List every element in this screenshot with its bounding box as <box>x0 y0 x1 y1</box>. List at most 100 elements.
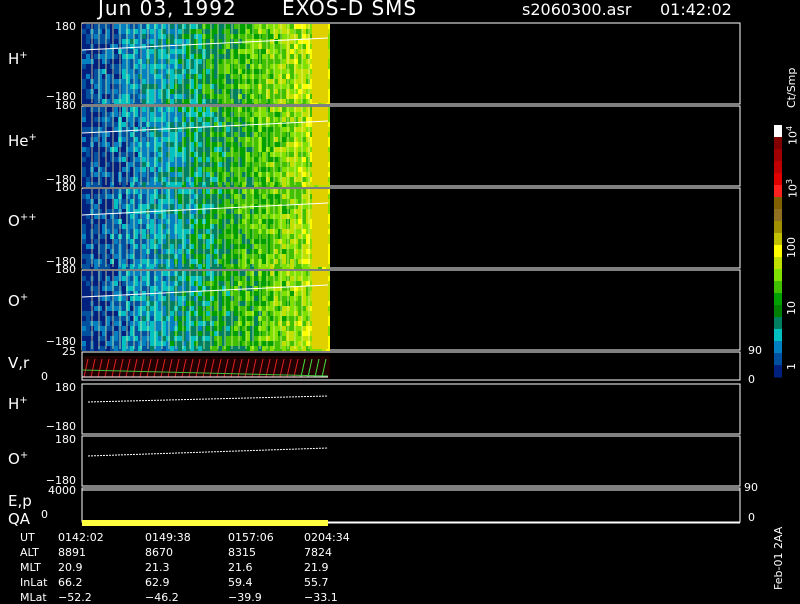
spectrogram-cell <box>270 346 274 351</box>
spectrogram-cell <box>198 234 202 239</box>
spectrogram-cell <box>102 336 106 341</box>
spectrogram-cell <box>218 341 222 346</box>
spectrogram-cell <box>122 157 126 162</box>
spectrogram-cell <box>302 306 306 311</box>
spectrogram-cell <box>218 177 222 182</box>
spectrogram-cell <box>82 326 86 331</box>
spectrogram-cell <box>226 209 230 214</box>
spectrogram-cell <box>246 271 250 276</box>
spectrogram-cell <box>246 306 250 311</box>
spectrogram-cell <box>178 271 182 276</box>
spectrogram-cell <box>170 271 174 276</box>
spectrogram-cell <box>282 172 286 177</box>
spectrogram-cell <box>242 321 246 326</box>
spectrogram-cell <box>254 132 258 137</box>
spectrogram-cell <box>282 127 286 132</box>
spectrogram-cell <box>298 147 302 152</box>
spectrogram-cell <box>150 49 154 54</box>
spectrogram-cell <box>214 254 218 259</box>
spectrogram-cell <box>178 219 182 224</box>
spectrogram-cell <box>158 34 162 39</box>
spectrogram-cell <box>270 122 274 127</box>
spectrogram-cell <box>186 132 190 137</box>
spectrogram-cell <box>270 182 274 187</box>
spectrogram-cell <box>190 204 194 209</box>
spectrogram-cell <box>114 112 118 117</box>
spectrogram-cell <box>290 214 294 219</box>
spectrogram-cell <box>178 84 182 89</box>
spectrogram-cell <box>198 214 202 219</box>
spectrogram-cell <box>218 147 222 152</box>
spectrogram-cell <box>82 152 86 157</box>
spectrogram-cell <box>94 209 98 214</box>
spectrogram-cell <box>254 64 258 69</box>
spectrogram-cell <box>150 219 154 224</box>
spectrogram-cell <box>190 157 194 162</box>
spectrogram-cell <box>206 137 210 142</box>
spectrogram-cell <box>218 281 222 286</box>
spectrogram-cell <box>302 291 306 296</box>
spectrogram-cell <box>162 264 166 269</box>
spectrogram-cell <box>114 74 118 79</box>
spectrogram-cell <box>150 152 154 157</box>
spectrogram-cell <box>198 229 202 234</box>
spectrogram-cell <box>274 321 278 326</box>
spectrogram-cell <box>234 34 238 39</box>
spectrogram-cell <box>102 234 106 239</box>
spectrogram-cell <box>274 64 278 69</box>
spectrogram-cell <box>162 336 166 341</box>
spectrogram-cell <box>106 219 110 224</box>
spectrogram-cell <box>298 276 302 281</box>
spectrogram-cell <box>198 142 202 147</box>
spectrogram-cell <box>226 99 230 104</box>
spectrogram-cell <box>226 49 230 54</box>
spectrogram-cell <box>274 39 278 44</box>
spectrogram-cell <box>162 296 166 301</box>
spectrogram-cell <box>162 69 166 74</box>
spectrogram-cell <box>262 177 266 182</box>
spectrogram-cell <box>94 189 98 194</box>
spectrogram-cell <box>254 54 258 59</box>
spectrogram-cell <box>86 301 90 306</box>
spectrogram-cell <box>302 44 306 49</box>
spectrogram-cell <box>186 107 190 112</box>
spectrogram-cell <box>150 122 154 127</box>
spectrogram-cell <box>282 321 286 326</box>
spectrogram-cell <box>226 229 230 234</box>
spectrogram-cell <box>150 264 154 269</box>
spectrogram-cell <box>158 29 162 34</box>
tick-label: 0 <box>41 508 48 521</box>
spectrogram-cell <box>170 172 174 177</box>
spectrogram-cell <box>234 112 238 117</box>
spectrogram-cell <box>290 326 294 331</box>
spectrogram-cell <box>290 59 294 64</box>
spectrogram-cell <box>246 182 250 187</box>
spectrogram-cell <box>134 89 138 94</box>
spectrogram-cell <box>262 117 266 122</box>
spectrogram-cell <box>242 49 246 54</box>
spectrogram-cell <box>226 152 230 157</box>
spectrogram-cell <box>190 132 194 137</box>
spectrogram-cell <box>198 99 202 104</box>
spectrogram-cell <box>106 244 110 249</box>
spectrogram-cell <box>214 321 218 326</box>
spectrogram-cell <box>130 112 134 117</box>
spectrogram-cell <box>86 182 90 187</box>
spectrogram-cell <box>254 321 258 326</box>
spectrogram-cell <box>262 254 266 259</box>
spectrogram-cell <box>262 229 266 234</box>
spectrogram-cell <box>198 281 202 286</box>
spectrogram-cell <box>234 69 238 74</box>
spectrogram-cell <box>122 321 126 326</box>
spectrogram-cell <box>130 336 134 341</box>
spectrogram-cell <box>130 59 134 64</box>
spectrogram-cell <box>130 74 134 79</box>
spectrogram-cell <box>226 264 230 269</box>
spectrogram-cell <box>282 112 286 117</box>
spectrogram-cell <box>130 49 134 54</box>
spectrogram-cell <box>142 346 146 351</box>
spectrogram-cell <box>162 74 166 79</box>
spectrogram-cell <box>186 281 190 286</box>
spectrogram-cell <box>298 107 302 112</box>
spectrogram-cell <box>102 331 106 336</box>
